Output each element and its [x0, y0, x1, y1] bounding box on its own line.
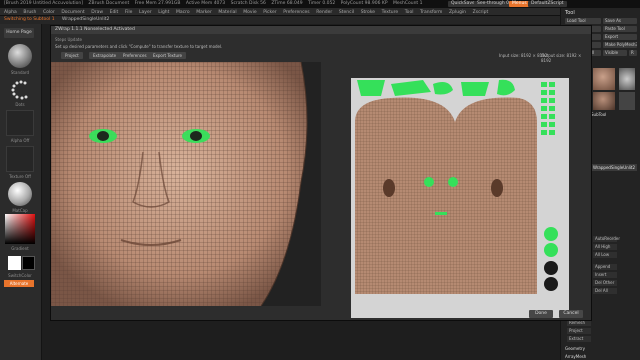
export-button[interactable]: Export [603, 34, 637, 40]
dialog-instructions: Set up desired parameters and click "Com… [55, 44, 223, 49]
output-size-label: Output size: 8192 × 8192 [541, 53, 582, 63]
cancel-button[interactable]: Cancel [559, 310, 583, 318]
menu-tool[interactable]: Tool [405, 10, 414, 15]
insert-button[interactable]: Insert [593, 272, 617, 278]
tab-extrapolate[interactable]: Extrapolate [89, 52, 121, 59]
subtool-switch-notice: Switching to Subtool 1 [4, 17, 55, 22]
all-high-button[interactable]: All High [593, 244, 617, 250]
menu-document[interactable]: Document [61, 10, 84, 15]
load-tool-button[interactable]: Load Tool [565, 18, 601, 24]
del-all-button[interactable]: Del All [593, 288, 617, 294]
auto-reorder-button[interactable]: AutoReorder [593, 236, 620, 242]
done-button[interactable]: Done [529, 310, 553, 318]
material-label: MatCap [12, 208, 28, 213]
menu-alpha[interactable]: Alpha [4, 10, 17, 15]
paste-tool-button[interactable]: Paste Tool [603, 26, 637, 32]
menu-brush[interactable]: Brush [23, 10, 36, 15]
title-item: Active Mem 4073 [185, 1, 226, 6]
menu-macro[interactable]: Macro [176, 10, 190, 15]
dots-stroke-icon[interactable] [8, 78, 32, 102]
menu-movie[interactable]: Movie [243, 10, 256, 15]
menu-marker[interactable]: Marker [196, 10, 212, 15]
main-color-swatch[interactable] [8, 256, 21, 270]
source-3d-viewport[interactable] [51, 62, 321, 306]
see-through-slider[interactable]: See-through 0 [474, 1, 512, 7]
all-low-button[interactable]: All Low [593, 252, 617, 258]
tab-export-texture[interactable]: Export Texture [149, 52, 187, 59]
zwrap-dialog: ZWrap 1.1.1 Nonselected Activated Steps … [50, 25, 592, 321]
title-item: PolyCount 98.906 KP [340, 1, 388, 6]
tab-project[interactable]: Project [61, 52, 83, 59]
texture-uv-viewport[interactable] [351, 78, 569, 318]
secondary-color-swatch[interactable] [22, 256, 35, 270]
menu-file[interactable]: File [125, 10, 133, 15]
tool-thumbnail-star[interactable] [619, 68, 635, 90]
arraymesh-header[interactable]: ArrayMesh [565, 354, 586, 359]
tool-thumbnail-head[interactable] [593, 68, 615, 90]
r-button[interactable]: R [629, 50, 637, 56]
active-subtool-row[interactable]: WrappedSingleUnlit2 [591, 164, 637, 171]
title-item: Timer 0.052 [308, 1, 336, 6]
dialog-title: ZWrap 1.1.1 Nonselected Activated [51, 26, 591, 34]
texture-label: Texture Off [9, 174, 31, 179]
make-polymesh-button[interactable]: Make PolyMesh3D [603, 42, 637, 48]
extract-button[interactable]: Extract [567, 336, 591, 342]
menu-color[interactable]: Color [43, 10, 55, 15]
title-item: ZTime 68.049 [271, 1, 303, 6]
subtool-header[interactable]: SubTool [591, 112, 606, 117]
switch-color-label[interactable]: SwitchColor [2, 273, 38, 278]
menu-picker[interactable]: Picker [263, 10, 276, 15]
menu-preferences[interactable]: Preferences [283, 10, 309, 15]
alternate-button[interactable]: Alternate [4, 280, 34, 287]
menu-zplugin[interactable]: Zplugin [449, 10, 466, 15]
menu-zscript[interactable]: Zscript [473, 10, 489, 15]
tool-palette-title: Tool [565, 10, 575, 16]
head-wireframe-render [51, 62, 321, 306]
alpha-slot[interactable] [6, 110, 34, 136]
menu-edit[interactable]: Edit [110, 10, 119, 15]
uv-layout-render [351, 78, 569, 318]
menu-transform[interactable]: Transform [420, 10, 442, 15]
home-page-button[interactable]: Home Page [4, 28, 34, 38]
tool-thumbnail-head-2[interactable] [593, 92, 615, 110]
alpha-label: Alpha Off [10, 138, 30, 143]
menu-stroke[interactable]: Stroke [361, 10, 375, 15]
menu-render[interactable]: Render [316, 10, 332, 15]
del-other-button[interactable]: Del Other [593, 280, 617, 286]
title-item: MeshCount 1 [392, 1, 423, 6]
tab-preferences[interactable]: Preferences [119, 52, 151, 59]
visible-button[interactable]: Visible [603, 50, 627, 56]
dialog-steps: Steps Update [55, 37, 82, 42]
tool-thumbnail-cyl[interactable] [619, 92, 635, 110]
menu-layer[interactable]: Layer [139, 10, 152, 15]
project-button[interactable]: Project [567, 328, 591, 334]
menu-texture[interactable]: Texture [382, 10, 398, 15]
append-button[interactable]: Append [593, 264, 617, 270]
menu-draw[interactable]: Draw [91, 10, 103, 15]
status-bar: Switching to Subtool 1 WrappedSingleUnli… [0, 16, 560, 24]
menu-stencil[interactable]: Stencil [339, 10, 354, 15]
menu-material[interactable]: Material [218, 10, 236, 15]
save-as-button[interactable]: Save As [603, 18, 637, 24]
menus-button[interactable]: Menus [509, 1, 530, 7]
brush-label: Standard [10, 70, 30, 75]
texture-slot[interactable] [6, 146, 34, 172]
geometry-header[interactable]: Geometry [565, 346, 585, 351]
menu-bar: Alpha Brush Color Document Draw Edit Fil… [0, 8, 640, 16]
left-shelf: Home Page Standard Dots Alpha Off Textur… [0, 24, 42, 360]
title-item: Free Mem 27.991GB [134, 1, 181, 6]
gradient-label: Gradient [11, 246, 29, 251]
stroke-label: Dots [15, 102, 25, 107]
title-item: Scratch Disk 56 [230, 1, 266, 6]
title-item: ZBrush Document [88, 1, 130, 6]
menu-light[interactable]: Light [158, 10, 169, 15]
matcap-material-icon[interactable] [8, 182, 32, 206]
document-name: WrappedSingleUnlit2 [62, 17, 110, 22]
color-picker[interactable] [5, 214, 35, 244]
script-button[interactable]: DefaultZScript [528, 1, 567, 7]
standard-brush-icon[interactable] [8, 44, 32, 68]
title-item: [Brush 2019 Untitled Accuvolution] [4, 1, 83, 6]
